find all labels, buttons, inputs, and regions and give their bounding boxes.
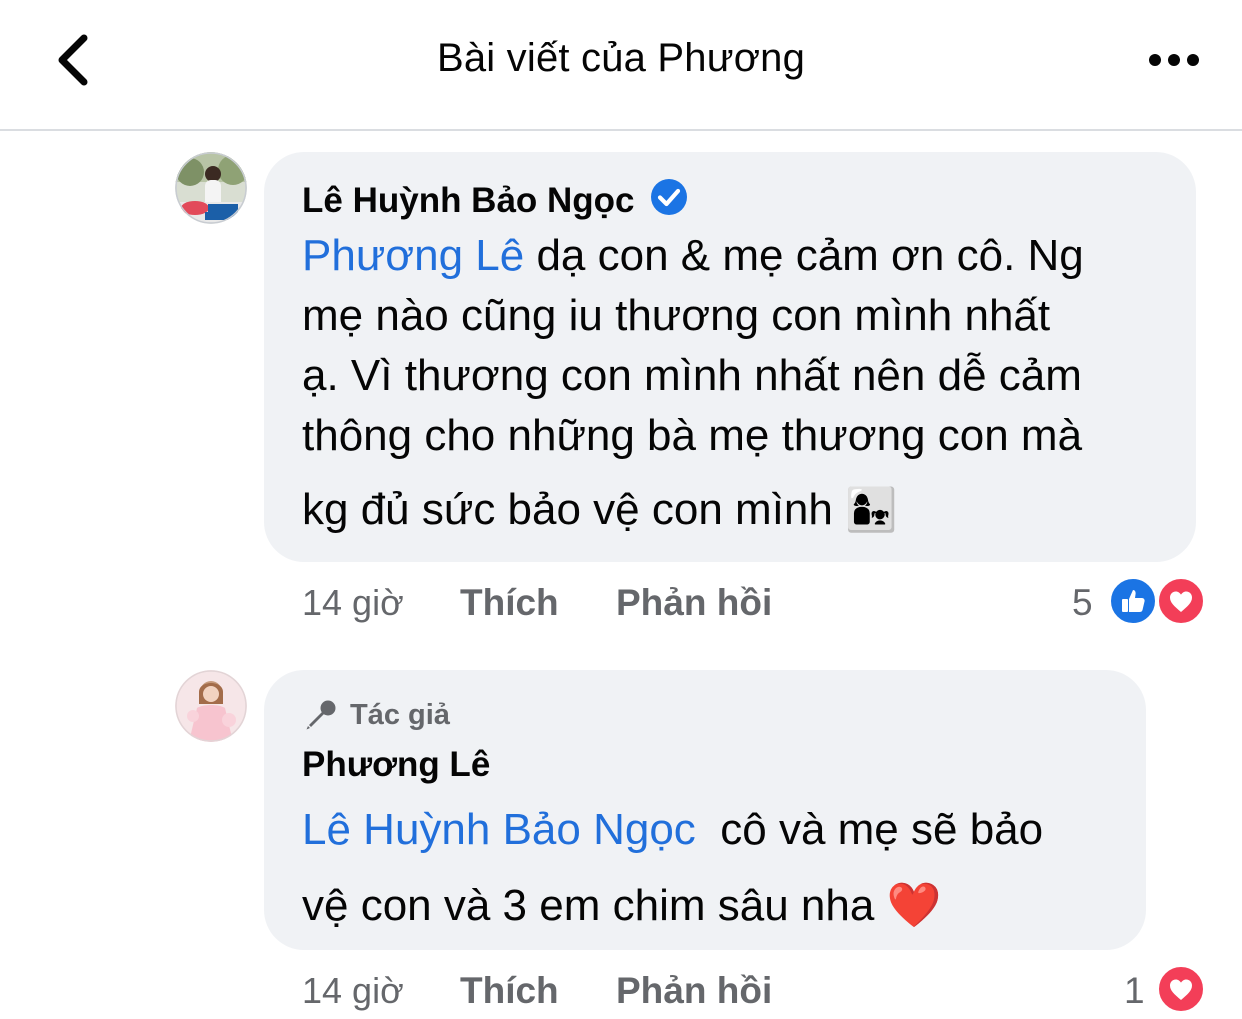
reaction-count[interactable]: 1 [1124,970,1145,1012]
like-button[interactable]: Thích [460,582,559,624]
author-badge-label: Tác giả [350,698,450,731]
comment-line: Phương Lê dạ con & mẹ cảm ơn cô. Ng [302,226,1182,286]
comment-line: vệ con và 3 em chim sâu nha ❤️ [302,868,1132,944]
mention-link[interactable]: Lê Huỳnh Bảo Ngọc [302,805,696,854]
comment-text-segment: vệ con và 3 em chim sâu nha [302,881,887,930]
reaction-count[interactable]: 5 [1072,582,1093,624]
comment-text-segment: dạ con & mẹ cảm ơn cô. Ng [524,231,1084,280]
comment-line: ạ. Vì thương con mình nhất nên dễ cảm [302,351,1082,400]
comment-author-name[interactable]: Phương Lê [302,745,490,785]
comment-text-segment: cô và mẹ sẽ bảo [695,805,1044,854]
comment-text: Phương Lê dạ con & mẹ cảm ơn cô. Ng mẹ n… [302,226,1182,540]
mother-daughter-emoji: 👩‍👧 [845,486,898,533]
comment-line: mẹ nào cũng iu thương con mình nhất [302,291,1051,340]
comment-timestamp: 14 giờ [302,582,404,623]
comment-line: Lê Huỳnh Bảo Ngọc cô và mẹ sẽ bảo [302,792,1132,868]
like-reaction-icon [1108,576,1158,626]
avatar[interactable] [175,152,247,224]
reply-button[interactable]: Phản hồi [616,582,772,624]
mention-link[interactable]: Phương Lê [302,231,524,280]
love-reaction-icon [1156,576,1206,626]
comment-line: thông cho những bà mẹ thương con mà [302,411,1083,460]
verified-badge-icon [650,178,688,225]
author-badge: Tác giả [304,698,450,732]
author-name-text: Lê Huỳnh Bảo Ngọc [302,181,635,220]
avatar-image [175,670,247,742]
like-button[interactable]: Thích [460,970,559,1012]
love-reaction-icon [1156,964,1206,1014]
comment-text: Lê Huỳnh Bảo Ngọc cô và mẹ sẽ bảo vệ con… [302,792,1132,944]
red-heart-emoji: ❤️ [886,881,942,930]
comment-timestamp: 14 giờ [302,970,404,1011]
avatar-image [175,152,247,224]
top-bar: Bài viết của Phương [0,0,1242,131]
comment-text-segment: kg đủ sức bảo vệ con mình [302,485,846,534]
comment-author-name[interactable]: Lê Huỳnh Bảo Ngọc [302,178,688,225]
microphone-icon [306,700,336,730]
more-button[interactable] [1138,38,1210,82]
more-dots-icon [1149,54,1199,66]
avatar[interactable] [175,670,247,742]
reply-button[interactable]: Phản hồi [616,970,772,1012]
page-title: Bài viết của Phương [436,36,806,80]
comment-line: kg đủ sức bảo vệ con mình 👩‍👧 [302,480,1182,540]
